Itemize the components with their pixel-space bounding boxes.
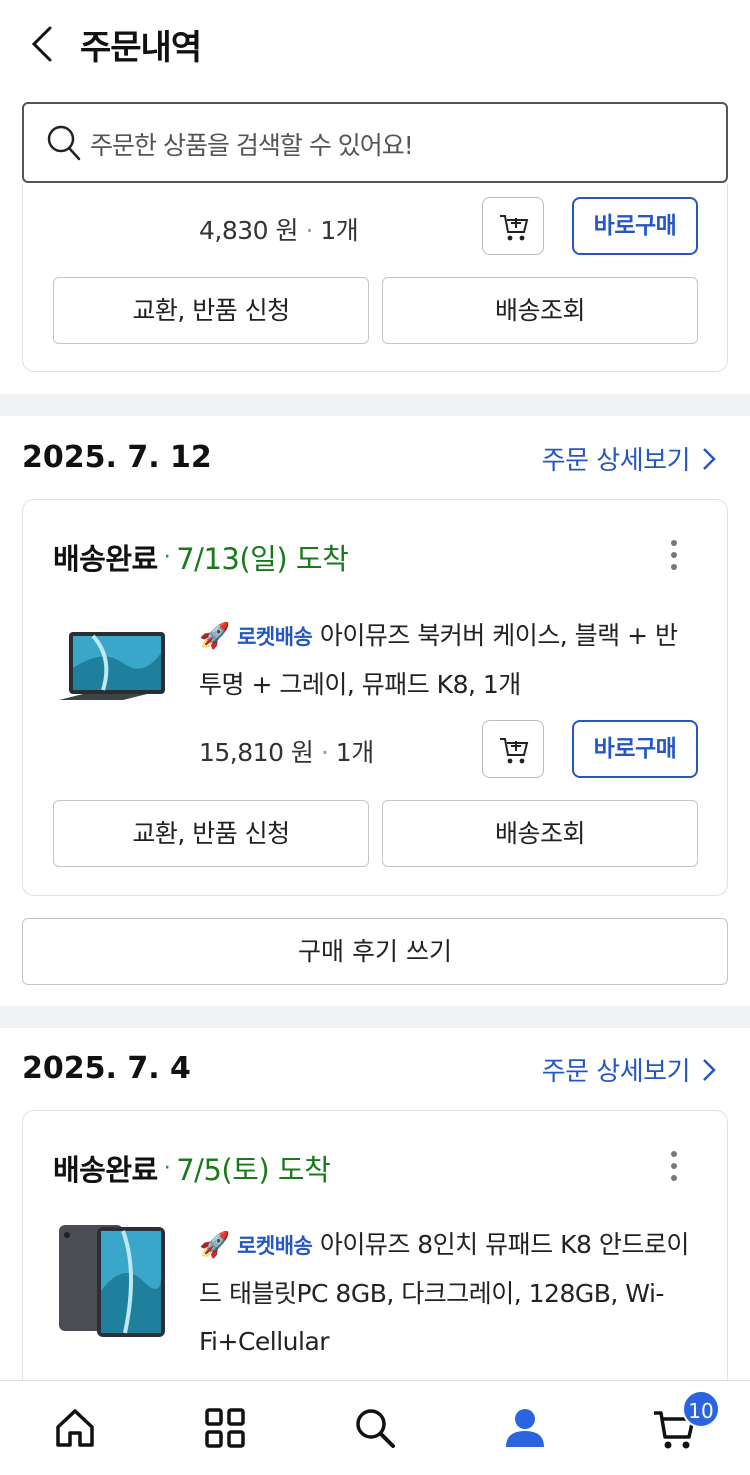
price-value: 15,810 원	[199, 738, 314, 767]
search-input[interactable]: 주문한 상품을 검색할 수 있어요!	[22, 102, 728, 183]
rocket-delivery-badge: 로켓배송	[237, 1234, 313, 1258]
order-detail-label: 주문 상세보기	[541, 446, 691, 476]
order-detail-label: 주문 상세보기	[541, 1057, 691, 1087]
track-delivery-button[interactable]: 배송조회	[382, 800, 698, 867]
search-icon	[47, 125, 81, 161]
write-review-button[interactable]: 구매 후기 쓰기	[22, 918, 728, 985]
order-card: 배송완료 · 7/5(토) 도착 🚀 로켓배송 아이뮤즈 8인치 뮤패드 K8 …	[22, 1110, 728, 1380]
cart-count-badge: 10	[682, 1390, 720, 1428]
chevron-right-icon	[703, 447, 716, 470]
exchange-return-button[interactable]: 교환, 반품 신청	[53, 800, 369, 867]
buy-now-button[interactable]: 바로구매	[572, 720, 698, 778]
order-detail-link[interactable]: 주문 상세보기	[542, 440, 716, 477]
chevron-right-icon	[703, 1058, 716, 1081]
order-card: 배송완료 · 7/13(일) 도착 🚀 로켓배송 아이뮤즈 북커버 케이스, 블…	[22, 499, 728, 896]
delivery-status: 배송완료 · 7/5(토) 도착	[53, 1147, 331, 1189]
section-divider	[0, 1006, 750, 1028]
track-delivery-button[interactable]: 배송조회	[382, 277, 698, 344]
order-list[interactable]: 4,830 원 · 1개 바로구매 교환, 반품 신청 배송조회 2025. 7…	[0, 184, 750, 1380]
order-price-line: 15,810 원 · 1개	[199, 738, 374, 767]
nav-my-page[interactable]	[500, 1403, 550, 1453]
rocket-icon: 🚀	[199, 1230, 230, 1259]
order-date: 2025. 7. 12	[22, 440, 212, 475]
status-label: 배송완료	[53, 542, 158, 576]
product-name[interactable]: 🚀 로켓배송 아이뮤즈 북커버 케이스, 블랙 + 반투명 + 그레이, 뮤패드…	[199, 612, 699, 709]
order-price-line: 4,830 원 · 1개	[199, 216, 359, 245]
my-page-icon	[506, 1409, 544, 1447]
arrival-date: 7/13(일) 도착	[176, 542, 349, 576]
chevron-left-icon	[31, 26, 52, 62]
more-options-icon[interactable]	[671, 540, 679, 576]
search-icon	[356, 1409, 395, 1448]
rocket-delivery-badge: 로켓배송	[237, 625, 313, 649]
exchange-return-button[interactable]: 교환, 반품 신청	[53, 277, 369, 344]
buy-now-button[interactable]: 바로구매	[572, 197, 698, 255]
order-date: 2025. 7. 4	[22, 1051, 191, 1086]
more-options-icon[interactable]	[671, 1151, 679, 1187]
nav-home[interactable]	[50, 1403, 100, 1453]
product-image	[59, 1225, 165, 1337]
add-to-cart-button[interactable]	[482, 197, 544, 255]
order-detail-link[interactable]: 주문 상세보기	[542, 1051, 716, 1088]
quantity-value: 1개	[320, 216, 359, 245]
nav-category[interactable]	[200, 1403, 250, 1453]
arrival-date: 7/5(토) 도착	[176, 1153, 331, 1187]
order-card: 4,830 원 · 1개 바로구매 교환, 반품 신청 배송조회	[22, 184, 728, 372]
cart-plus-icon	[500, 738, 529, 764]
section-divider	[0, 394, 750, 416]
price-value: 4,830 원	[199, 216, 299, 245]
cart-plus-icon	[500, 215, 529, 241]
rocket-icon: 🚀	[199, 621, 230, 650]
product-image	[59, 632, 165, 700]
status-label: 배송완료	[53, 1153, 158, 1187]
add-to-cart-button[interactable]	[482, 720, 544, 778]
delivery-status: 배송완료 · 7/13(일) 도착	[53, 536, 349, 578]
page-title: 주문내역	[80, 28, 202, 68]
category-grid-icon	[205, 1408, 245, 1448]
search-placeholder: 주문한 상품을 검색할 수 있어요!	[90, 131, 414, 160]
nav-search[interactable]	[350, 1403, 400, 1453]
home-icon	[56, 1409, 94, 1447]
header: 주문내역	[0, 0, 750, 90]
back-button[interactable]	[22, 22, 62, 66]
bottom-navigation	[0, 1380, 750, 1475]
product-name[interactable]: 🚀 로켓배송 아이뮤즈 8인치 뮤패드 K8 안드로이드 태블릿PC 8GB, …	[199, 1221, 699, 1366]
quantity-value: 1개	[335, 738, 374, 767]
